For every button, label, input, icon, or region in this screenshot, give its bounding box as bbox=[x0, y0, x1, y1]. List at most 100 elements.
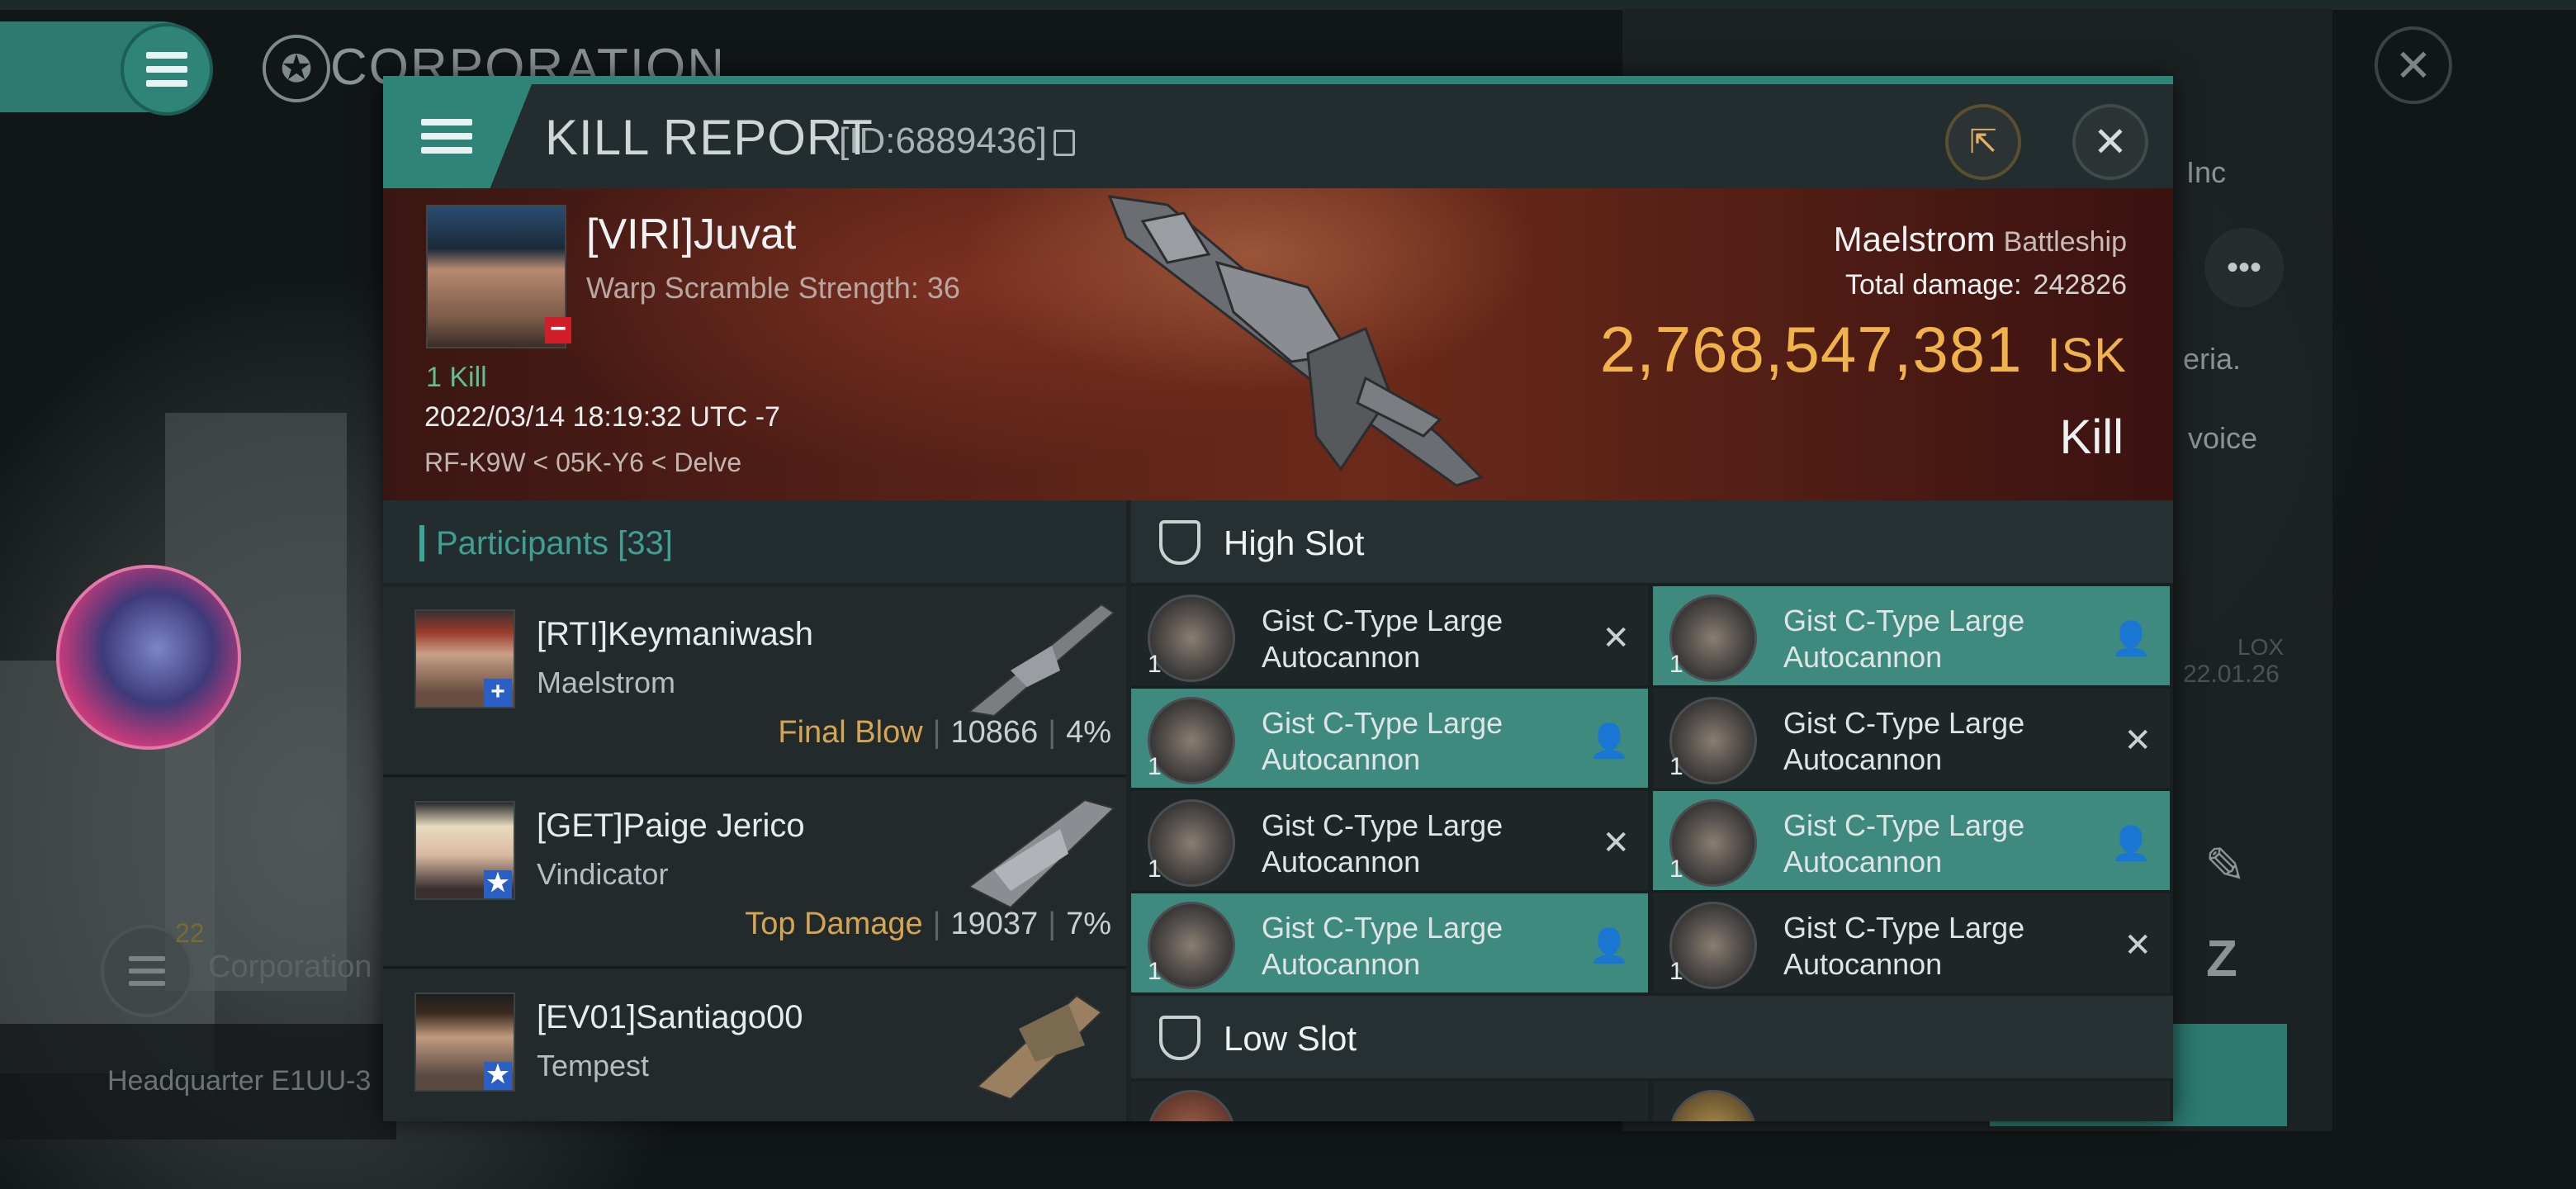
destroyed-icon: ✕ bbox=[1602, 825, 1630, 861]
edit-icon[interactable]: ✎ bbox=[2204, 837, 2246, 895]
participant-ship: Tempest bbox=[537, 1049, 650, 1082]
module-icon bbox=[1669, 1090, 1757, 1121]
victim-kill-count: 1 Kill bbox=[426, 362, 487, 393]
voice-label-partial: voice bbox=[2188, 421, 2258, 455]
module-quantity: 1 bbox=[1148, 855, 1162, 883]
dropped-person-icon: 👤 bbox=[2110, 826, 2152, 862]
participant-percent: 4% bbox=[1066, 715, 1111, 750]
participant-ship: Vindicator bbox=[537, 857, 669, 891]
victim-ship: Maelstrom Battleship bbox=[1834, 220, 2127, 259]
module-quantity: 1 bbox=[1669, 855, 1683, 883]
hostile-standing-icon: − bbox=[545, 315, 571, 343]
destroyed-icon: ✕ bbox=[1602, 620, 1630, 656]
window-title: KILL REPORT bbox=[545, 110, 874, 165]
victim-ship-image[interactable] bbox=[1093, 188, 1522, 502]
participant-name[interactable]: [GET]Paige Jerico bbox=[537, 808, 805, 845]
isk-amount: 2,768,547,381 bbox=[1599, 313, 2023, 386]
top-damage-label: Top Damage bbox=[745, 907, 923, 941]
ally-star-icon: ★ bbox=[484, 870, 512, 898]
module-quantity: 1 bbox=[1669, 753, 1683, 780]
high-slot-title: High Slot bbox=[1224, 523, 1365, 562]
final-blow-label: Final Blow bbox=[778, 715, 923, 750]
participant-percent: 7% bbox=[1066, 907, 1111, 941]
corporation-button-label: Corporation bbox=[208, 950, 372, 984]
module-name: Gist C-Type Large Autocannon bbox=[1262, 808, 1503, 879]
isk-value: 2,768,547,381 ISK bbox=[1600, 312, 2127, 387]
module-quantity: 1 bbox=[1148, 651, 1162, 678]
headquarter-label: Headquarter E1UU-3 bbox=[107, 1065, 372, 1097]
module-name: Gist C-Type Large Autocannon bbox=[1262, 604, 1503, 674]
module-quantity: 1 bbox=[1148, 753, 1162, 780]
module-item[interactable]: 1 Gist C-Type Large Autocannon 👤 bbox=[1653, 586, 2170, 685]
participants-title: Participants [33] bbox=[436, 525, 673, 562]
total-damage-value: 242826 bbox=[2033, 269, 2127, 301]
menu-icon bbox=[146, 52, 187, 87]
module-quantity: 1 bbox=[1669, 651, 1683, 678]
ally-plus-icon: + bbox=[484, 679, 512, 707]
module-name: Gist C-Type Large Autocannon bbox=[1262, 706, 1503, 776]
participant-ship-image bbox=[976, 994, 1103, 1101]
participant-row[interactable]: ★ [GET]Paige Jerico Vindicator Top Damag… bbox=[383, 778, 1126, 969]
module-item[interactable] bbox=[1131, 1082, 1648, 1121]
corp-name-partial: Inc bbox=[2186, 155, 2227, 189]
close-button[interactable]: ✕ bbox=[2072, 104, 2148, 180]
module-name: Gist C-Type Large Autocannon bbox=[1783, 706, 2025, 776]
corporation-icon: ✪ bbox=[263, 35, 330, 102]
participants-label: Participants bbox=[436, 525, 608, 561]
low-slot-header: Low Slot bbox=[1131, 996, 2173, 1078]
share-button[interactable]: ⇱ bbox=[1945, 104, 2021, 180]
share-icon: ⇱ bbox=[1969, 124, 1997, 160]
participant-row[interactable]: ★ [EV01]Santiago00 Tempest bbox=[383, 969, 1126, 1121]
report-id[interactable]: [ID:6889436] bbox=[839, 121, 1075, 162]
close-corporation-button[interactable]: ✕ bbox=[2375, 26, 2452, 104]
ship-class: Battleship bbox=[2003, 226, 2127, 258]
low-slot-title: Low Slot bbox=[1224, 1019, 1357, 1058]
participant-name[interactable]: [RTI]Keymaniwash bbox=[537, 616, 813, 653]
timestamp-value: 22.01.26 bbox=[2183, 661, 2280, 688]
module-item[interactable]: 1 Gist C-Type Large Autocannon ✕ bbox=[1653, 689, 2170, 788]
participant-row[interactable]: + [RTI]Keymaniwash Maelstrom Final Blow |… bbox=[383, 586, 1126, 777]
ship-name[interactable]: Maelstrom bbox=[1834, 220, 1996, 258]
window-menu-button[interactable] bbox=[383, 84, 532, 188]
low-slot-icon bbox=[1159, 1016, 1200, 1060]
participant-name[interactable]: [EV01]Santiago00 bbox=[537, 999, 803, 1036]
participant-ship-image bbox=[967, 603, 1115, 718]
module-item[interactable] bbox=[1653, 1082, 2170, 1121]
warp-scramble-strength: Warp Scramble Strength: 36 bbox=[586, 271, 960, 305]
more-options-button[interactable]: ••• bbox=[2204, 228, 2284, 307]
participants-panel: Participants [33] + [RTI]Keymaniwash Mae… bbox=[383, 500, 1126, 1121]
player-avatar[interactable] bbox=[56, 565, 241, 750]
module-item[interactable]: 1 Gist C-Type Large Autocannon ✕ bbox=[1131, 586, 1648, 685]
module-item[interactable]: 1 Gist C-Type Large Autocannon 👤 bbox=[1131, 689, 1648, 788]
module-name: Gist C-Type Large Autocannon bbox=[1262, 911, 1503, 981]
participant-damage: 10866 bbox=[950, 715, 1039, 750]
module-name: Gist C-Type Large Autocannon bbox=[1783, 911, 2025, 981]
module-item[interactable]: 1 Gist C-Type Large Autocannon ✕ bbox=[1131, 791, 1648, 890]
timestamp-label: LOX bbox=[2237, 634, 2285, 660]
corporation-count: 22 bbox=[175, 918, 205, 948]
participant-stats: Final Blow | 10866 | 4% bbox=[778, 715, 1111, 750]
copy-icon[interactable] bbox=[1053, 130, 1075, 157]
participant-damage: 19037 bbox=[950, 907, 1039, 941]
participant-ship: Maelstrom bbox=[537, 666, 676, 699]
main-menu-button[interactable] bbox=[121, 23, 213, 116]
dropped-person-icon: 👤 bbox=[1589, 723, 1630, 760]
isk-unit: ISK bbox=[2047, 329, 2127, 382]
module-item[interactable]: 1 Gist C-Type Large Autocannon 👤 bbox=[1653, 791, 2170, 890]
participant-ship-image bbox=[968, 798, 1115, 909]
settings-z-icon[interactable]: Z bbox=[2206, 930, 2237, 988]
kill-report-window: KILL REPORT [ID:6889436] ⇱ ✕ − [VIRI]Juv… bbox=[383, 76, 2173, 1121]
destroyed-icon: ✕ bbox=[2124, 722, 2152, 759]
destroyed-icon: ✕ bbox=[2124, 927, 2152, 964]
window-header: KILL REPORT [ID:6889436] ⇱ ✕ bbox=[383, 84, 2173, 188]
dropped-person-icon: 👤 bbox=[2110, 621, 2152, 657]
total-damage-label: Total damage: bbox=[1844, 269, 2022, 301]
module-item[interactable]: 1 Gist C-Type Large Autocannon ✕ bbox=[1653, 893, 2170, 992]
report-id-text: [ID:6889436] bbox=[839, 121, 1047, 161]
kill-location[interactable]: RF-K9W < 05K-Y6 < Delve bbox=[424, 448, 741, 478]
module-item[interactable]: 1 Gist C-Type Large Autocannon 👤 bbox=[1131, 893, 1648, 992]
participants-count: [33] bbox=[618, 525, 673, 561]
participant-stats: Top Damage | 19037 | 7% bbox=[745, 907, 1111, 941]
participants-header: Participants [33] bbox=[383, 500, 1126, 583]
victim-name[interactable]: [VIRI]Juvat bbox=[586, 210, 796, 259]
